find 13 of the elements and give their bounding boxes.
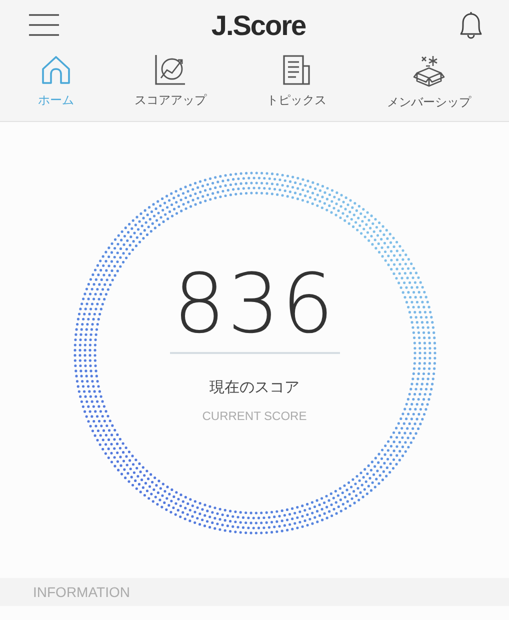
app-logo: J.Score: [211, 10, 306, 42]
section-title: INFORMATION: [33, 584, 130, 600]
score-value: 836: [173, 264, 336, 346]
gift-box-icon: [412, 54, 445, 88]
menu-icon[interactable]: [28, 14, 60, 36]
newspaper-icon: [280, 54, 313, 86]
score-label: 現在のスコア: [210, 378, 300, 397]
chart-icon: [154, 54, 186, 86]
nav-tab[interactable]: スコアアップ: [130, 52, 210, 113]
house-icon: [40, 54, 72, 86]
nav-tab[interactable]: メンバーシップ: [382, 52, 475, 113]
nav-tab[interactable]: トピックス: [262, 52, 331, 113]
score-sublabel: CURRENT SCORE: [202, 409, 307, 423]
